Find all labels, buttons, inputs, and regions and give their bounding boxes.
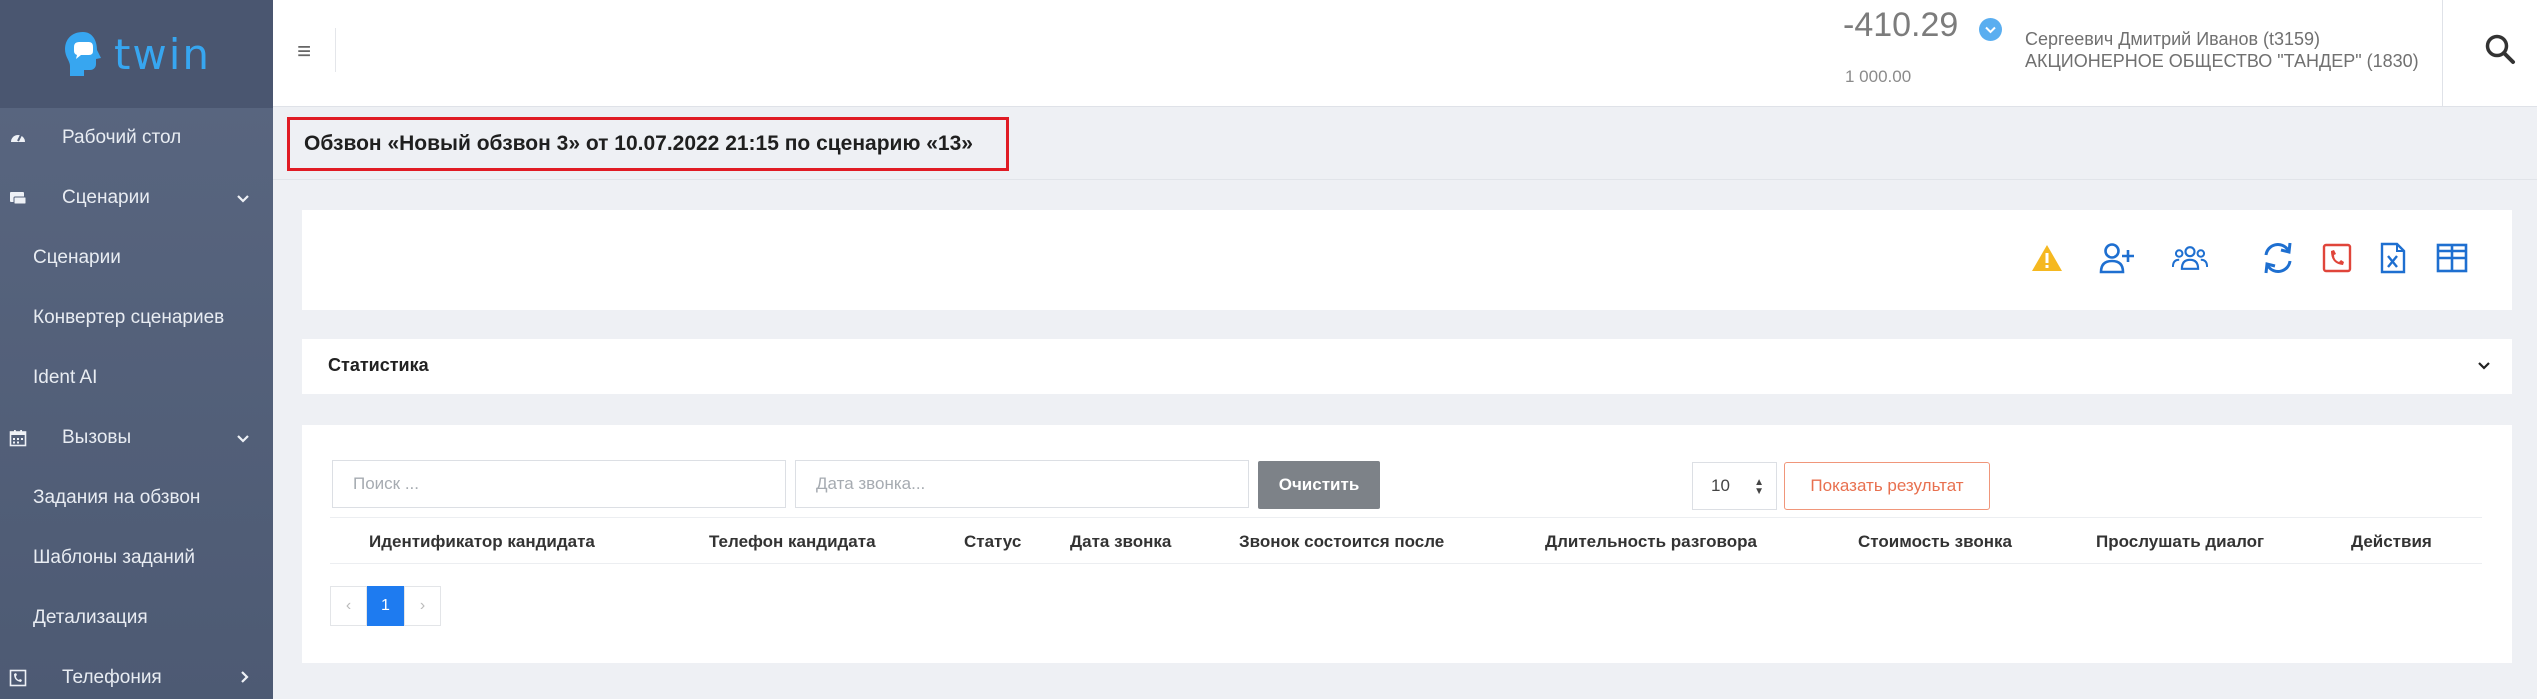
dashboard-icon [8, 128, 28, 148]
candidates-table-panel: Очистить 10 ▲▼ Показать результат Иденти… [302, 425, 2512, 663]
sidebar-item-label: Телефония [62, 667, 162, 688]
logo-text: twin [113, 29, 212, 79]
column-header[interactable]: Телефон кандидата [709, 532, 876, 552]
logo[interactable]: twin [0, 0, 273, 108]
pagination: ‹ 1 › [330, 586, 441, 626]
sidebar-item-label: Задания на обзвон [33, 487, 201, 508]
table-header: Идентификатор кандидата Телефон кандидат… [330, 517, 2482, 564]
user-organization[interactable]: АКЦИОНЕРНОЕ ОБЩЕСТВО "ТАНДЕР" (1830) [2025, 51, 2419, 72]
sidebar-item-label: Ident AI [33, 367, 98, 388]
calendar-icon [8, 428, 28, 448]
sidebar-item-scripts-list[interactable]: Сценарии [0, 228, 273, 288]
scripts-icon [8, 188, 28, 208]
per-page-value: 10 [1711, 476, 1730, 495]
menu-toggle-icon[interactable]: ≡ [297, 38, 311, 66]
balance-limit: 1 000.00 [1845, 67, 1912, 86]
column-header[interactable]: Действия [2351, 532, 2432, 552]
sidebar-menu: Рабочий стол Сценарии Сценарии Конвертер… [0, 108, 273, 699]
sidebar-item-ident-ai[interactable]: Ident AI [0, 348, 273, 408]
actions-toolbar [302, 210, 2512, 310]
column-header[interactable]: Стоимость звонка [1858, 532, 2012, 552]
sidebar-item-task-templates[interactable]: Шаблоны заданий [0, 528, 273, 588]
header-divider [335, 28, 336, 72]
column-header[interactable]: Звонок состоится после [1239, 532, 1444, 552]
sidebar-item-label: Сценарии [33, 247, 121, 268]
table-view-icon[interactable] [2434, 240, 2470, 276]
sidebar-item-details[interactable]: Детализация [0, 588, 273, 648]
prev-page-button[interactable]: ‹ [330, 586, 367, 626]
user-name[interactable]: Сергеевич Дмитрий Иванов (t3159) [2025, 29, 2320, 50]
column-header[interactable]: Прослушать диалог [2096, 532, 2264, 552]
phone-square-icon[interactable] [2319, 240, 2355, 276]
search-input[interactable] [332, 460, 786, 508]
users-group-icon[interactable] [2172, 240, 2208, 276]
next-page-button[interactable]: › [404, 586, 441, 626]
sidebar-item-label: Сценарии [62, 187, 150, 208]
clear-button[interactable]: Очистить [1258, 461, 1380, 509]
sidebar-item-script-converter[interactable]: Конвертер сценариев [0, 288, 273, 348]
sidebar-item-scripts[interactable]: Сценарии [0, 168, 273, 228]
sidebar-item-telephony[interactable]: Телефония [0, 648, 273, 699]
excel-file-icon[interactable] [2375, 240, 2411, 276]
sidebar-item-label: Рабочий стол [62, 127, 182, 148]
sidebar-item-label: Вызовы [62, 427, 132, 448]
refresh-icon[interactable] [2260, 240, 2296, 276]
chevron-down-icon [1985, 26, 1996, 33]
statistics-label: Статистика [328, 355, 429, 375]
page-title: Обзвон «Новый обзвон 3» от 10.07.2022 21… [287, 117, 1009, 171]
telephony-icon [8, 668, 28, 688]
balance-value: -410.29 [1843, 6, 1959, 44]
select-arrows-icon: ▲ ▼ [1754, 477, 1764, 497]
sidebar-item-dashboard[interactable]: Рабочий стол [0, 108, 273, 168]
logo-head-icon [64, 32, 101, 76]
call-date-input[interactable] [795, 460, 1249, 508]
chevron-down-icon [237, 430, 249, 446]
statistics-panel[interactable]: Статистика [302, 339, 2512, 394]
per-page-select[interactable]: 10 ▲ ▼ [1692, 462, 1777, 510]
add-user-icon[interactable] [2099, 240, 2135, 276]
balance-dropdown-button[interactable] [1979, 18, 2002, 41]
title-divider [273, 179, 2537, 180]
sidebar-item-label: Детализация [33, 607, 148, 628]
sidebar-item-calls[interactable]: Вызовы [0, 408, 273, 468]
header-divider [2442, 0, 2443, 107]
show-results-button[interactable]: Показать результат [1784, 462, 1990, 510]
warning-icon[interactable] [2029, 240, 2065, 276]
search-icon[interactable] [2483, 32, 2517, 66]
column-header[interactable]: Статус [964, 532, 1021, 552]
column-header[interactable]: Дата звонка [1070, 532, 1171, 552]
sidebar-item-label: Конвертер сценариев [33, 307, 225, 328]
sidebar-item-call-tasks[interactable]: Задания на обзвон [0, 468, 273, 528]
page-button[interactable]: 1 [367, 586, 404, 626]
chevron-down-icon[interactable] [2478, 357, 2490, 375]
chevron-down-icon [237, 190, 249, 206]
chevron-right-icon [241, 670, 249, 686]
sidebar-item-label: Шаблоны заданий [33, 547, 195, 568]
column-header[interactable]: Длительность разговора [1545, 532, 1757, 552]
sidebar: twin Рабочий стол Сценарии Сценарии Конв… [0, 0, 273, 699]
top-header: ≡ -410.29 1 000.00 Сергеевич Дмитрий Ива… [273, 0, 2537, 107]
column-header[interactable]: Идентификатор кандидата [369, 532, 595, 552]
